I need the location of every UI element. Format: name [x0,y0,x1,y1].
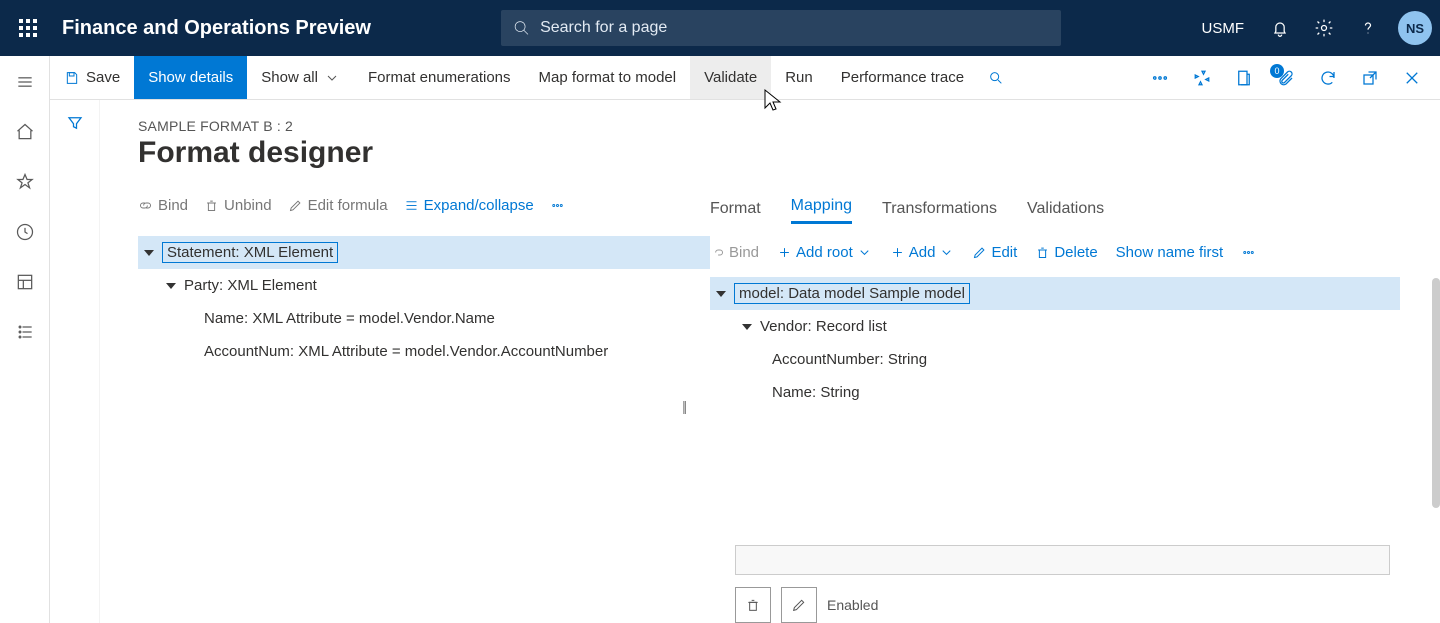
show-details-button[interactable]: Show details [134,56,247,99]
filter-rail [50,100,100,623]
perf-trace-label: Performance trace [841,69,964,86]
show-name-first-button[interactable]: Show name first [1116,244,1224,261]
chevron-down-icon [324,70,340,86]
refresh-icon[interactable] [1310,60,1346,96]
mapping-row-vendor[interactable]: Vendor: Record list [710,310,1400,343]
scrollbar-thumb[interactable] [1432,278,1440,508]
footer-edit-button[interactable] [781,587,817,623]
page-title: Format designer [138,136,1440,170]
environment-label: USMF [1202,20,1245,37]
save-button[interactable]: Save [50,56,134,99]
caret-icon[interactable] [166,283,176,289]
mapping-row-model[interactable]: model: Data model Sample model [710,277,1400,310]
search-icon [513,19,530,37]
add-button[interactable]: Add [890,244,955,261]
tab-transformations[interactable]: Transformations [882,200,997,224]
user-avatar[interactable]: NS [1398,11,1432,45]
show-details-label: Show details [148,69,233,86]
page-options-icon[interactable] [1226,60,1262,96]
tree-row-name-attr[interactable]: Name: XML Attribute = model.Vendor.Name [138,302,710,335]
add-root-button[interactable]: Add root [777,244,872,261]
footer-delete-button[interactable] [735,587,771,623]
delete-button[interactable]: Delete [1035,244,1097,261]
format-tree-panel: Bind Unbind Edit formula Expand/collapse… [138,188,710,623]
home-icon[interactable] [5,120,45,144]
global-search[interactable] [501,10,1061,46]
save-label: Save [86,69,120,86]
expression-field[interactable] [735,545,1390,575]
validate-label: Validate [704,69,757,86]
app-launcher-icon[interactable] [8,8,48,48]
tab-mapping[interactable]: Mapping [791,197,852,224]
find-button[interactable] [978,56,1014,99]
performance-trace-button[interactable]: Performance trace [827,56,978,99]
tree-row-statement[interactable]: Statement: XML Element [138,236,710,269]
validate-button[interactable]: Validate [690,56,771,99]
enabled-label: Enabled [827,597,878,613]
show-all-button[interactable]: Show all [247,56,354,99]
unbind-button[interactable]: Unbind [204,197,272,214]
map-format-label: Map format to model [539,69,677,86]
caret-icon[interactable] [742,324,752,330]
tree-label: model: Data model Sample model [734,283,970,304]
edit-button[interactable]: Edit [972,244,1017,261]
mapping-row-accountnumber[interactable]: AccountNumber: String [710,343,1400,376]
recent-icon[interactable] [5,220,45,244]
show-all-label: Show all [261,69,318,86]
tree-row-party[interactable]: Party: XML Element [138,269,710,302]
help-icon[interactable] [1348,8,1388,48]
attachments-icon[interactable]: 0 [1268,60,1304,96]
run-label: Run [785,69,813,86]
options-icon[interactable] [1184,60,1220,96]
mapping-row-name[interactable]: Name: String [710,376,1400,409]
hamburger-icon[interactable] [5,70,45,94]
format-enumerations-button[interactable]: Format enumerations [354,56,525,99]
more-icon[interactable] [1142,60,1178,96]
left-more-icon[interactable] [550,198,565,213]
bind-button[interactable]: Bind [138,197,188,214]
attachments-badge: 0 [1270,64,1284,78]
popout-icon[interactable] [1352,60,1388,96]
caret-icon[interactable] [716,291,726,297]
filter-icon[interactable] [66,114,84,623]
tree-label: Party: XML Element [184,277,317,294]
tree-label: AccountNum: XML Attribute = model.Vendor… [204,343,608,360]
favorites-icon[interactable] [5,170,45,194]
splitter-handle[interactable]: || [682,398,685,414]
tree-row-accountnum-attr[interactable]: AccountNum: XML Attribute = model.Vendor… [138,335,710,368]
chevron-down-icon [857,245,872,260]
map-format-button[interactable]: Map format to model [525,56,691,99]
notifications-icon[interactable] [1260,8,1300,48]
right-more-icon[interactable] [1241,245,1256,260]
expand-collapse-button[interactable]: Expand/collapse [404,197,534,214]
left-nav-rail [0,56,50,623]
search-input[interactable] [540,19,1049,37]
tab-validations[interactable]: Validations [1027,200,1104,224]
mapping-panel: || Format Mapping Transformations Valida… [710,188,1440,623]
command-bar: Save Show details Show all Format enumer… [50,56,1440,100]
run-button[interactable]: Run [771,56,827,99]
app-title: Finance and Operations Preview [62,17,371,40]
settings-icon[interactable] [1304,8,1344,48]
tree-label: Vendor: Record list [760,318,887,335]
caret-icon[interactable] [144,250,154,256]
chevron-down-icon [939,245,954,260]
breadcrumb: SAMPLE FORMAT B : 2 [138,118,1440,134]
workspaces-icon[interactable] [5,270,45,294]
tree-label: Name: String [772,384,860,401]
global-header: Finance and Operations Preview USMF NS [0,0,1440,56]
tab-format[interactable]: Format [710,200,761,224]
tree-label: AccountNumber: String [772,351,927,368]
format-enum-label: Format enumerations [368,69,511,86]
mapping-bind-button[interactable]: Bind [710,244,759,261]
close-icon[interactable] [1394,60,1430,96]
tree-label: Statement: XML Element [162,242,338,263]
tree-label: Name: XML Attribute = model.Vendor.Name [204,310,495,327]
modules-icon[interactable] [5,320,45,344]
edit-formula-button[interactable]: Edit formula [288,197,388,214]
